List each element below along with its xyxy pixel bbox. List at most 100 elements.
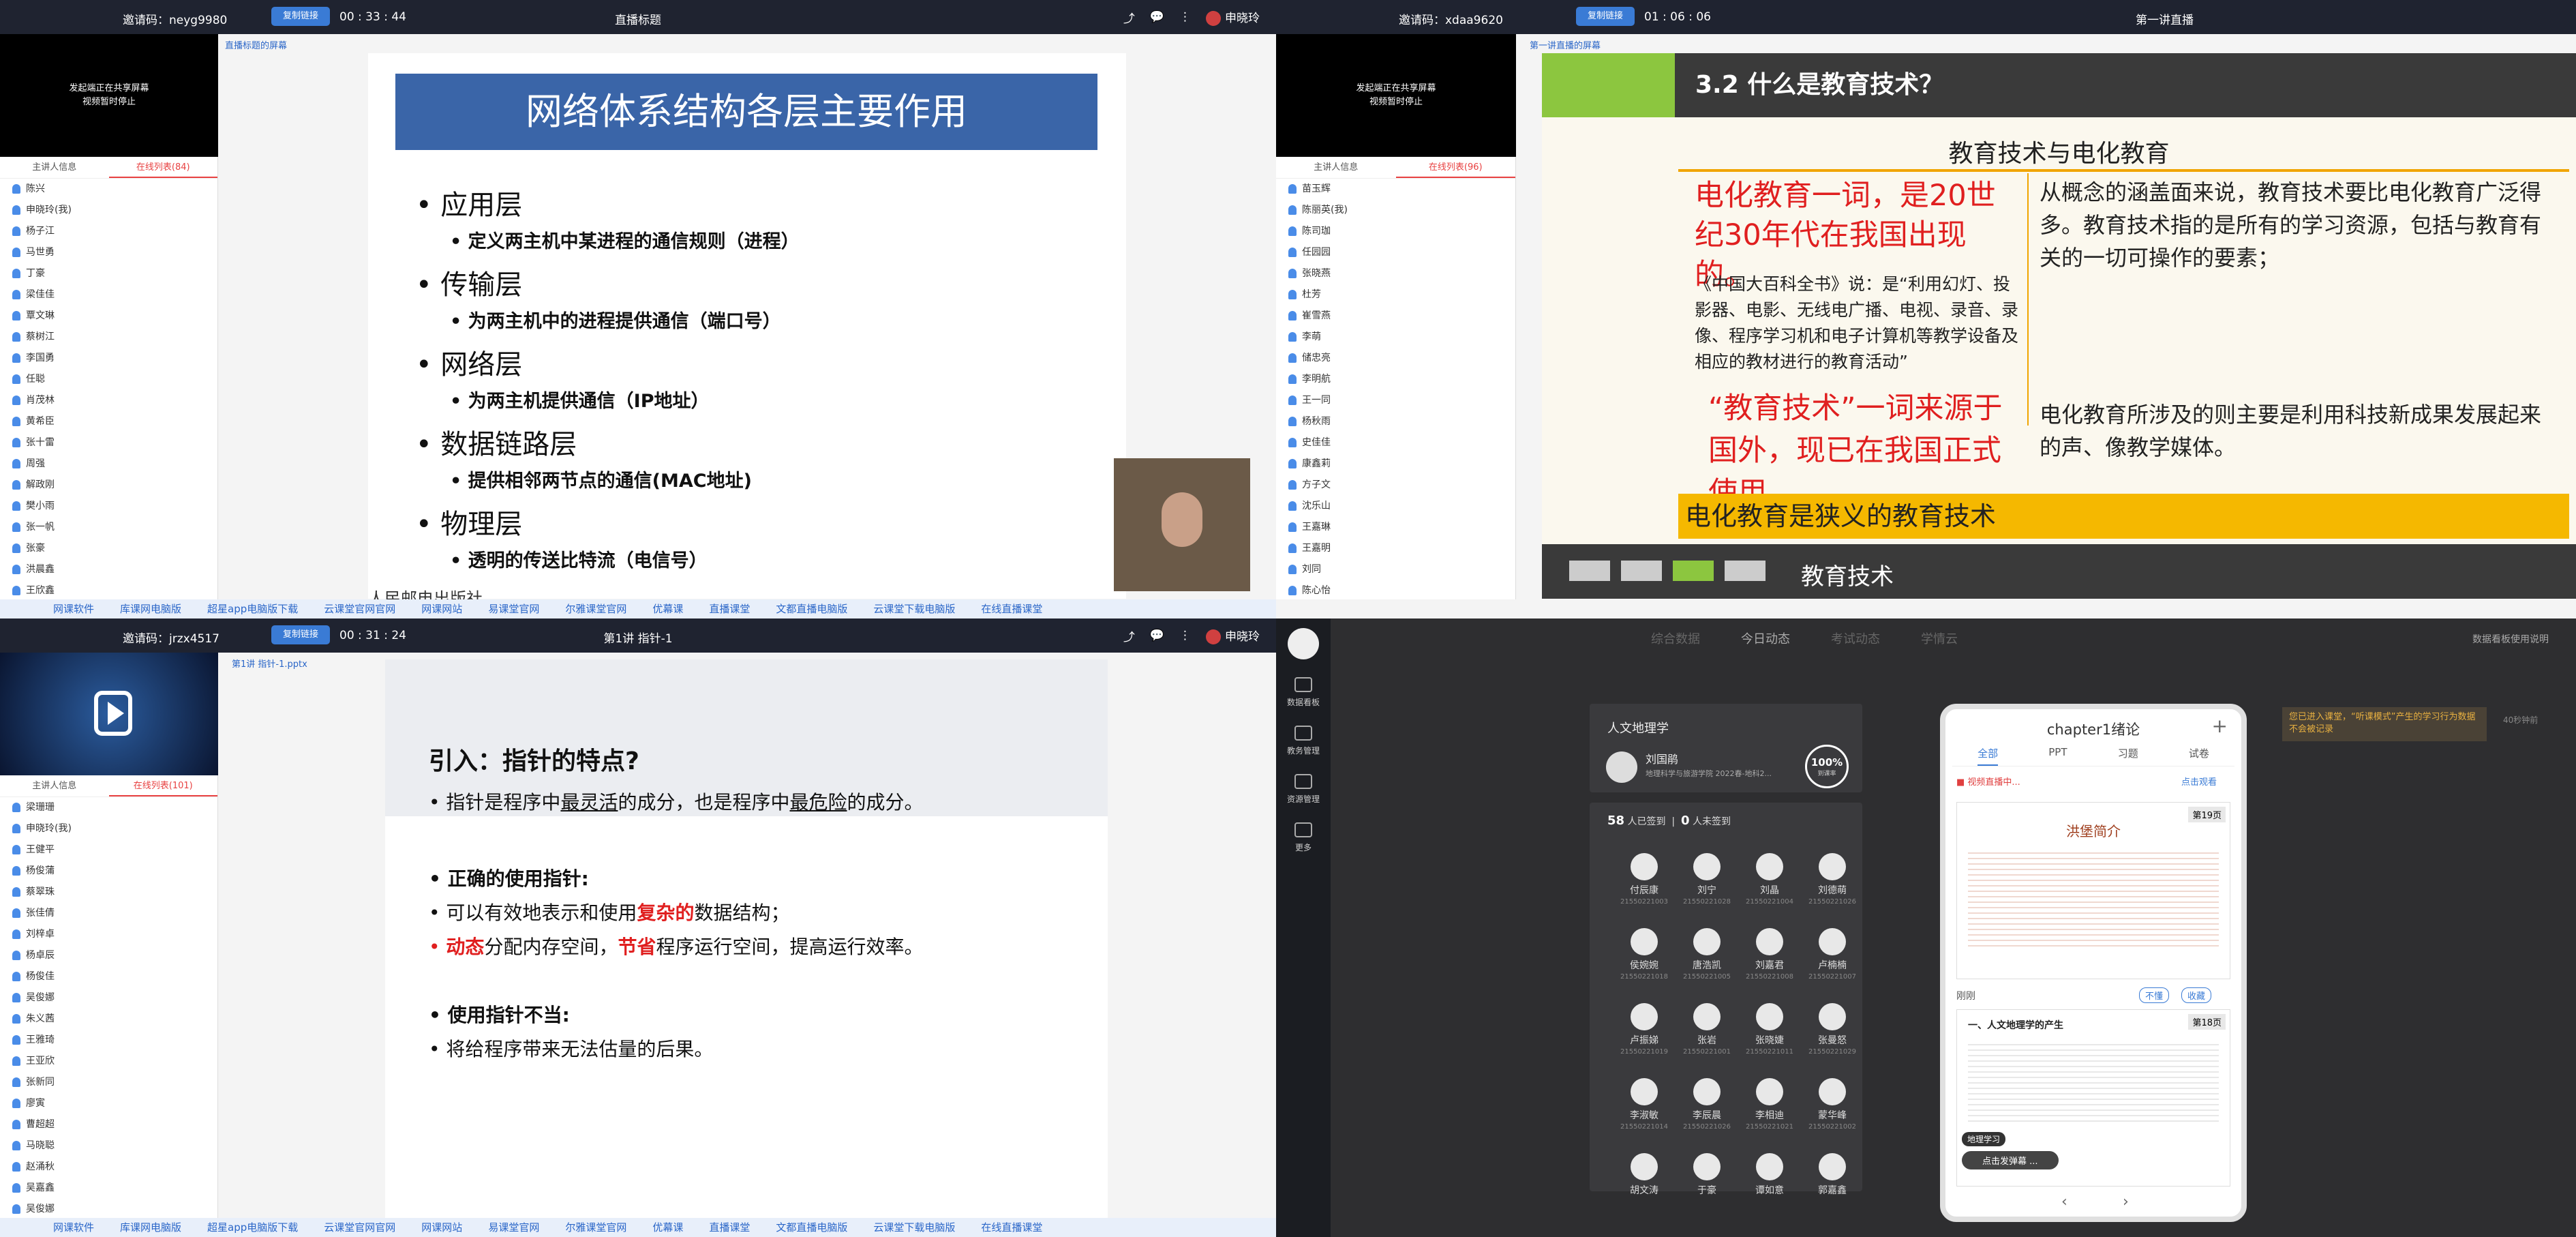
member-item[interactable]: 马世勇: [0, 242, 217, 263]
link[interactable]: 易课堂官网: [488, 599, 539, 618]
member-item[interactable]: 赵涌秋: [0, 1157, 217, 1178]
tab-papers[interactable]: 试卷: [2189, 746, 2209, 766]
prev-icon[interactable]: ‹: [2061, 1193, 2067, 1210]
live-banner[interactable]: ■ 视频直播中... 点击观看: [1956, 775, 2230, 794]
member-item[interactable]: 杨子江: [0, 221, 217, 242]
member-item[interactable]: 吴俊娜: [0, 1199, 217, 1220]
link[interactable]: 在线直播课堂: [981, 1218, 1042, 1237]
link[interactable]: 库课网电脑版: [120, 599, 181, 618]
tab-ppt[interactable]: PPT: [2048, 746, 2067, 766]
member-item[interactable]: 周强: [0, 453, 217, 475]
link[interactable]: 云课堂下载电脑版: [873, 599, 955, 618]
member-item[interactable]: 蔡翠珠: [0, 882, 217, 903]
link[interactable]: 尔雅课堂官网: [565, 1218, 626, 1237]
member-item[interactable]: 廖寅: [0, 1093, 217, 1114]
member-item[interactable]: 任园园: [1276, 242, 1515, 263]
tab-exam[interactable]: 考试动态: [1831, 629, 1880, 647]
tab-host-info[interactable]: 主讲人信息: [0, 775, 109, 796]
tab-overview[interactable]: 综合数据: [1651, 629, 1700, 647]
member-item[interactable]: 苗玉辉: [1276, 179, 1515, 200]
sidebar-item-academic[interactable]: 教务管理: [1276, 726, 1331, 756]
member-item[interactable]: 陈丽英(我): [1276, 200, 1515, 221]
member-item[interactable]: 肖茂林: [0, 390, 217, 411]
member-item[interactable]: 杨卓辰: [0, 945, 217, 966]
slide-thumb-19[interactable]: 第19页 洪堡简介: [1956, 802, 2230, 979]
link[interactable]: 文都直播电脑版: [776, 599, 847, 618]
member-item[interactable]: 丁豪: [0, 263, 217, 284]
member-item[interactable]: 洪晨鑫: [0, 559, 217, 580]
member-item[interactable]: 沈乐山: [1276, 496, 1515, 517]
sidebar-item-dashboard[interactable]: 数据看板: [1276, 677, 1331, 708]
member-item[interactable]: 史佳佳: [1276, 432, 1515, 453]
member-item[interactable]: 张十雷: [0, 432, 217, 453]
link[interactable]: 直播课堂: [709, 599, 750, 618]
member-item[interactable]: 朱义茜: [0, 1009, 217, 1030]
link[interactable]: 云课堂官网官网: [324, 1218, 395, 1237]
share-icon[interactable]: ⤴: [1123, 9, 1135, 26]
link[interactable]: 超星app电脑版下载: [207, 1218, 298, 1237]
next-icon[interactable]: ›: [2123, 1193, 2129, 1210]
member-item[interactable]: 任聪: [0, 369, 217, 390]
member-item[interactable]: 王亚欣: [0, 1051, 217, 1072]
link[interactable]: 云课堂下载电脑版: [873, 1218, 955, 1237]
member-item[interactable]: 黄希臣: [0, 411, 217, 432]
sidebar-item-resources[interactable]: 资源管理: [1276, 774, 1331, 805]
member-item[interactable]: 储忠亮: [1276, 348, 1515, 369]
link[interactable]: 网课网站: [421, 1218, 462, 1237]
member-item[interactable]: 马晓聪: [0, 1135, 217, 1157]
member-item[interactable]: 方子文: [1276, 475, 1515, 496]
link[interactable]: 网课网站: [421, 599, 462, 618]
member-item[interactable]: 杜芳: [1276, 284, 1515, 305]
link[interactable]: 易课堂官网: [488, 1218, 539, 1237]
link[interactable]: 网课软件: [53, 1218, 94, 1237]
chat-icon[interactable]: 💬: [1150, 629, 1164, 642]
member-item[interactable]: 崔雪燕: [1276, 305, 1515, 327]
tab-online-list[interactable]: 在线列表(84): [108, 157, 217, 178]
member-item[interactable]: 梁珊珊: [0, 797, 217, 818]
plus-icon[interactable]: +: [2212, 715, 2228, 737]
link[interactable]: 优幕课: [652, 1218, 683, 1237]
member-item[interactable]: 张新同: [0, 1072, 217, 1093]
member-item[interactable]: 陈司珈: [1276, 221, 1515, 242]
member-item[interactable]: 李国勇: [0, 348, 217, 369]
tab-today[interactable]: 今日动态: [1741, 629, 1790, 647]
not-understand-button[interactable]: 不懂: [2139, 987, 2170, 1003]
member-item[interactable]: 张豪: [0, 538, 217, 559]
play-icon[interactable]: [94, 691, 132, 736]
member-item[interactable]: 陈兴: [0, 179, 217, 200]
member-item[interactable]: 王一同: [1276, 390, 1515, 411]
danmu-input[interactable]: 点击发弹幕 ...: [1962, 1151, 2059, 1169]
tab-online-list[interactable]: 在线列表(96): [1395, 157, 1515, 178]
member-item[interactable]: 吴嘉鑫: [0, 1178, 217, 1199]
link[interactable]: 超星app电脑版下载: [207, 599, 298, 618]
member-item[interactable]: 康鑫莉: [1276, 453, 1515, 475]
member-item[interactable]: 杨俊蒲: [0, 861, 217, 882]
member-item[interactable]: 覃文琳: [0, 305, 217, 327]
member-item[interactable]: 王健平: [0, 839, 217, 861]
tab-host-info[interactable]: 主讲人信息: [1276, 157, 1396, 178]
copy-link-button[interactable]: 复制链接: [1576, 7, 1635, 26]
chat-icon[interactable]: 💬: [1150, 10, 1164, 24]
user-menu[interactable]: 申晓玲: [1206, 8, 1260, 26]
member-item[interactable]: 杨俊佳: [0, 966, 217, 987]
member-item[interactable]: 刘同: [1276, 559, 1515, 580]
member-item[interactable]: 陈心怡: [1276, 580, 1515, 601]
sidebar-item-more[interactable]: 更多: [1276, 822, 1331, 853]
link[interactable]: 库课网电脑版: [120, 1218, 181, 1237]
member-item[interactable]: 解政刚: [0, 475, 217, 496]
member-item[interactable]: 樊小雨: [0, 496, 217, 517]
share-icon[interactable]: ⤴: [1123, 627, 1135, 644]
link[interactable]: 云课堂官网官网: [324, 599, 395, 618]
tab-host-info[interactable]: 主讲人信息: [0, 157, 109, 178]
member-item[interactable]: 吴俊娜: [0, 987, 217, 1009]
member-item[interactable]: 王嘉明: [1276, 538, 1515, 559]
member-item[interactable]: 李萌: [1276, 327, 1515, 348]
member-item[interactable]: 王欣鑫: [0, 580, 217, 601]
member-item[interactable]: 张一帆: [0, 517, 217, 538]
tab-online-list[interactable]: 在线列表(101): [108, 775, 217, 796]
member-item[interactable]: 刘梓卓: [0, 924, 217, 945]
more-icon[interactable]: ⋮: [1179, 629, 1191, 642]
tab-learning[interactable]: 学情云: [1921, 629, 1958, 647]
more-icon[interactable]: ⋮: [1179, 10, 1191, 24]
link[interactable]: 网课软件: [53, 599, 94, 618]
